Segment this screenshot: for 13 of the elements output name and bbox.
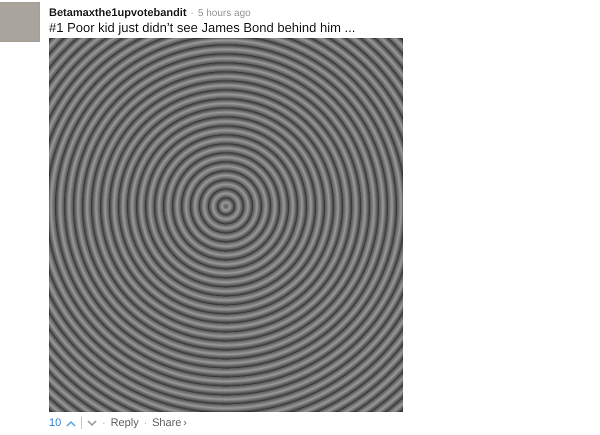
author-link[interactable]: Betamaxthe1upvotebandit [49,7,187,19]
timestamp: 5 hours ago [198,8,251,19]
separator-dot: · [190,8,194,19]
chevron-icon [183,420,188,426]
separator-dot: · [102,418,106,428]
reply-link[interactable]: Reply [110,417,139,429]
avatar-photo-placeholder [0,2,40,42]
comment-text: #1 Poor kid just didn’t see James Bond behind him ... [49,20,356,35]
separator-dot: · [144,418,148,428]
vote-count: 10 [49,417,62,429]
upvote-button[interactable] [66,420,76,426]
share-link[interactable]: Share [152,417,182,429]
downvote-button[interactable] [87,420,98,426]
